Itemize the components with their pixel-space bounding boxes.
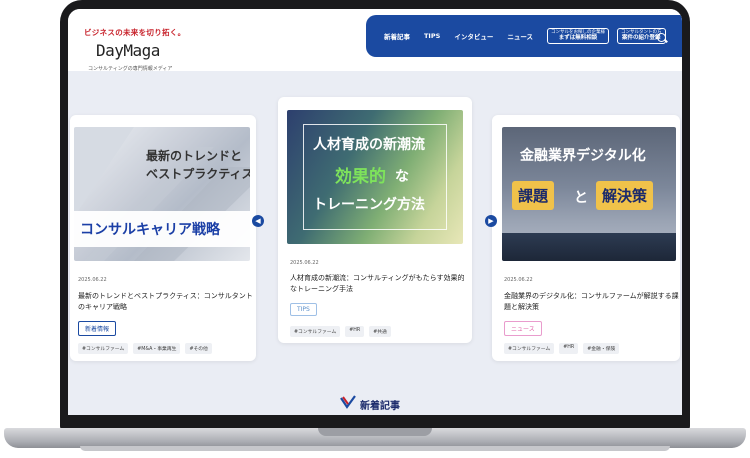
site-header: ビジネスの未来を切り拓く。 DayMaga コンサルティングの専門情報メディア … bbox=[68, 9, 682, 72]
screen: ビジネスの未来を切り拓く。 DayMaga コンサルティングの専門情報メディア … bbox=[68, 9, 682, 415]
tag[interactable]: #M&A・事業再生 bbox=[133, 343, 181, 354]
logo-tagline: ビジネスの未来を切り拓く。 bbox=[84, 28, 186, 37]
section-title: 新着記事 bbox=[360, 401, 400, 412]
article-card[interactable]: 最新のトレンドと ベストプラクティス コンサルキャリア戦略 2025.06.22… bbox=[70, 115, 256, 361]
article-date: 2025.06.22 bbox=[78, 277, 107, 283]
tag[interactable]: #HR bbox=[559, 343, 579, 354]
category-badge[interactable]: 新着情報 bbox=[78, 321, 117, 336]
carousel-prev-button[interactable]: ◀ bbox=[252, 215, 264, 227]
laptop-notch bbox=[318, 428, 432, 436]
thumbnail-desk bbox=[502, 233, 676, 261]
chevron-left-icon: ◀ bbox=[255, 217, 261, 225]
article-card[interactable]: 金融業界デジタル化 課題 と 解決策 2025.06.22 金融業界のデジタル化… bbox=[492, 115, 680, 361]
nav-item-new[interactable]: 新着記事 bbox=[384, 31, 410, 41]
tag[interactable]: #HR bbox=[345, 326, 365, 337]
site-logo[interactable]: DayMaga bbox=[96, 41, 160, 60]
thumbnail-headline-3: な bbox=[395, 169, 409, 185]
tag-list: #コンサルファーム #HR #共通 bbox=[290, 326, 391, 337]
article-title-line-2[interactable]: 題と解決策 bbox=[504, 302, 539, 313]
thumbnail-headline-2: 効果的 bbox=[335, 167, 386, 187]
free-consult-button[interactable]: コンサルをお探しの企業様 まずは無料相談 bbox=[547, 27, 609, 45]
article-title-line-2[interactable]: のキャリア戦略 bbox=[78, 302, 127, 313]
nav-item-news[interactable]: ニュース bbox=[507, 31, 533, 41]
article-title-line-1[interactable]: 人材育成の新潮流：コンサルティングがもたらす効果的 bbox=[290, 273, 464, 284]
thumbnail-headline-3: と bbox=[574, 190, 588, 206]
thumbnail-headline-4: 解決策 bbox=[596, 181, 654, 210]
tag[interactable]: #コンサルファーム bbox=[290, 326, 341, 337]
tag-list: #コンサルファーム #M&A・事業再生 #その他 bbox=[78, 343, 212, 354]
main-nav: 新着記事 TIPS インタビュー ニュース コンサルをお探しの企業様 まずは無料… bbox=[366, 15, 682, 57]
nav-item-interview[interactable]: インタビュー bbox=[454, 31, 493, 41]
category-badge[interactable]: ニュース bbox=[504, 321, 542, 336]
article-title-line-1[interactable]: 金融業界のデジタル化：コンサルファームが解説する課 bbox=[504, 291, 679, 302]
article-title-line-2[interactable]: なトレーニング手法 bbox=[290, 284, 353, 295]
laptop-mockup: ビジネスの未来を切り拓く。 DayMaga コンサルティングの専門情報メディア … bbox=[0, 0, 750, 458]
article-title-line-1[interactable]: 最新のトレンドとベストプラクティス：コンサルタント bbox=[78, 291, 253, 302]
nav-item-tips[interactable]: TIPS bbox=[424, 32, 440, 40]
article-thumbnail[interactable]: 人材育成の新潮流 効果的 な トレーニング方法 bbox=[287, 110, 463, 244]
chevron-right-icon: ▶ bbox=[488, 217, 494, 225]
tag[interactable]: #その他 bbox=[185, 343, 212, 354]
logo-subtitle: コンサルティングの専門情報メディア bbox=[88, 66, 173, 72]
tag[interactable]: #金融・保険 bbox=[583, 343, 620, 354]
tag[interactable]: #共通 bbox=[369, 326, 391, 337]
article-date: 2025.06.22 bbox=[504, 277, 533, 283]
thumbnail-headline-1: 最新のトレンドと bbox=[146, 149, 243, 163]
laptop-foot bbox=[80, 446, 670, 451]
thumbnail-banner-text: コンサルキャリア戦略 bbox=[80, 222, 220, 238]
search-icon[interactable] bbox=[657, 33, 666, 42]
article-thumbnail[interactable]: 金融業界デジタル化 課題 と 解決策 bbox=[502, 127, 676, 261]
free-consult-label: まずは無料相談 bbox=[558, 35, 598, 42]
carousel-next-button[interactable]: ▶ bbox=[485, 215, 497, 227]
tag[interactable]: #コンサルファーム bbox=[504, 343, 555, 354]
thumbnail-headline-1: 金融業界デジタル化 bbox=[520, 148, 646, 164]
checkmark-logo-icon bbox=[340, 395, 356, 409]
tag-list: #コンサルファーム #HR #金融・保険 bbox=[504, 343, 620, 354]
tag[interactable]: #コンサルファーム bbox=[78, 343, 129, 354]
category-badge[interactable]: TIPS bbox=[290, 303, 317, 316]
article-thumbnail[interactable]: 最新のトレンドと ベストプラクティス コンサルキャリア戦略 bbox=[74, 127, 250, 261]
article-date: 2025.06.22 bbox=[290, 260, 319, 266]
thumbnail-headline-1: 人材育成の新潮流 bbox=[313, 137, 425, 153]
article-card[interactable]: 人材育成の新潮流 効果的 な トレーニング方法 2025.06.22 人材育成の… bbox=[278, 97, 472, 343]
thumbnail-headline-2: 課題 bbox=[512, 181, 555, 210]
thumbnail-headline-2: ベストプラクティス bbox=[146, 167, 250, 181]
thumbnail-headline-4: トレーニング方法 bbox=[313, 197, 425, 213]
consultant-register-label: 案件の紹介登録 bbox=[621, 35, 661, 42]
